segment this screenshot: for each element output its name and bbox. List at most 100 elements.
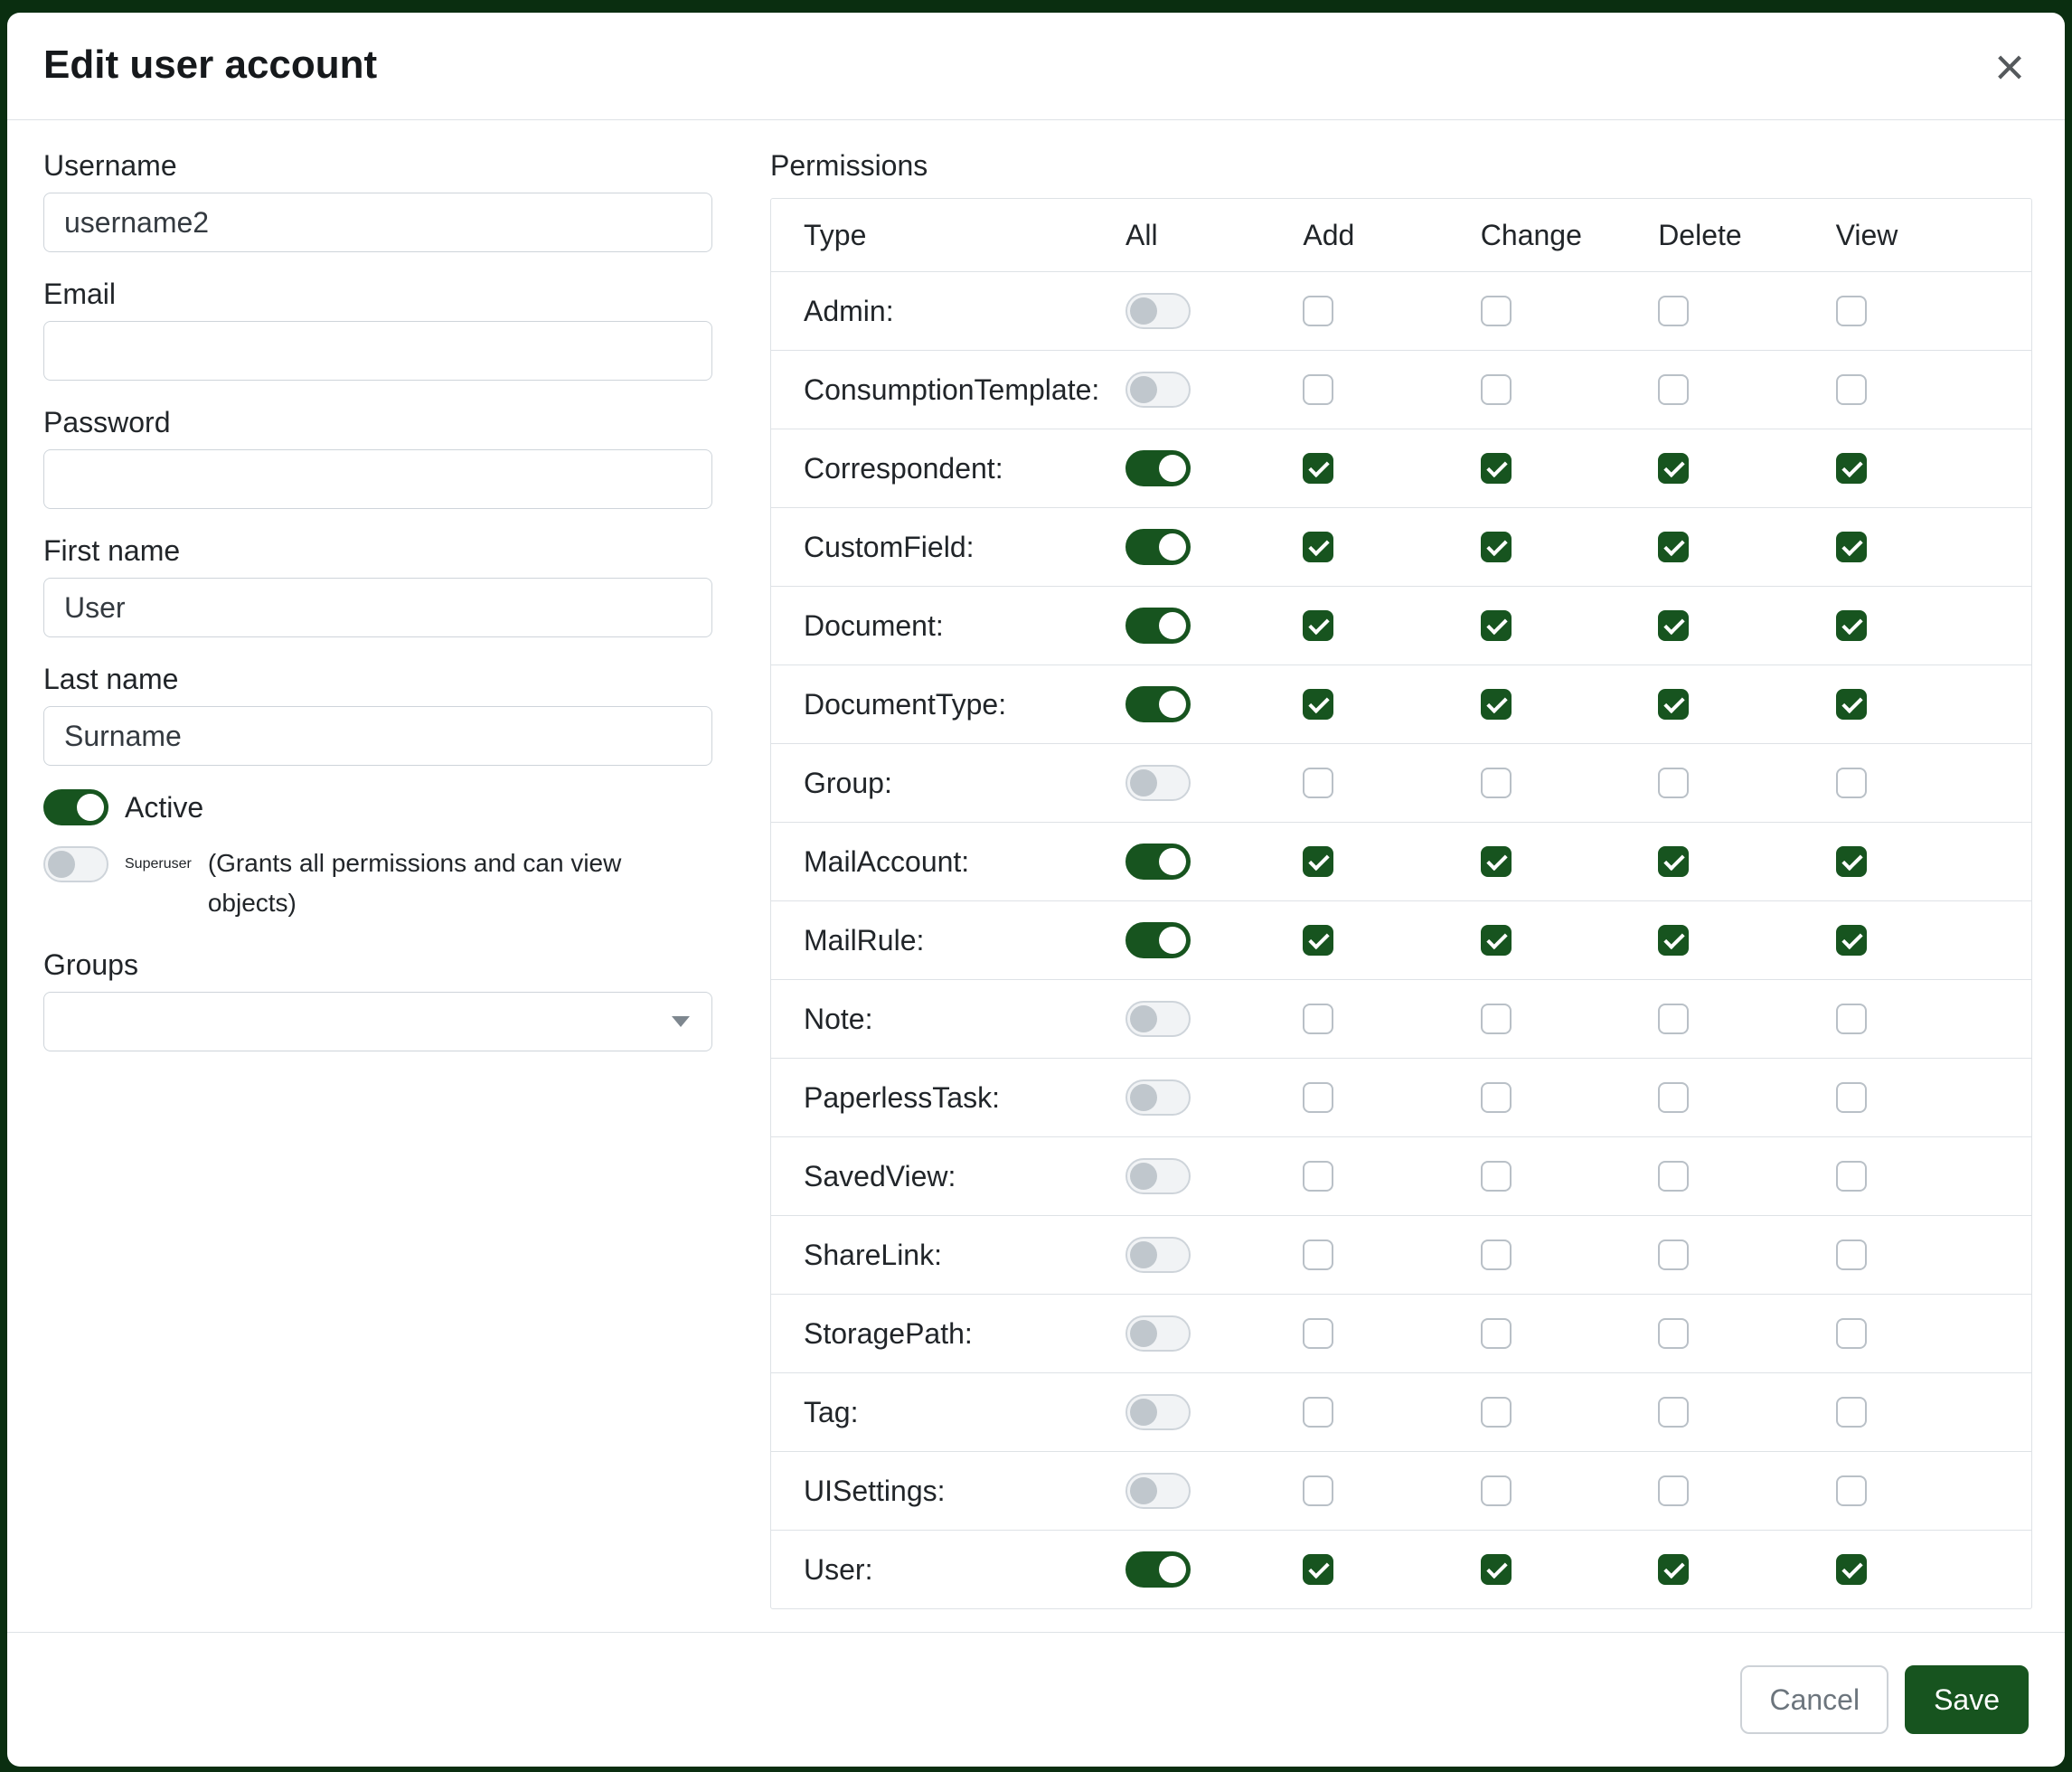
permission-add-checkbox[interactable] bbox=[1303, 1554, 1333, 1585]
permission-all-toggle[interactable] bbox=[1125, 686, 1191, 722]
permission-delete-checkbox[interactable] bbox=[1658, 846, 1689, 877]
permission-change-checkbox[interactable] bbox=[1481, 846, 1512, 877]
permission-delete-checkbox[interactable] bbox=[1658, 532, 1689, 562]
permission-change-checkbox[interactable] bbox=[1481, 453, 1512, 484]
permission-delete-checkbox[interactable] bbox=[1658, 1161, 1689, 1192]
permission-add-checkbox[interactable] bbox=[1303, 453, 1333, 484]
cancel-button[interactable]: Cancel bbox=[1740, 1665, 1888, 1734]
permission-view-checkbox[interactable] bbox=[1836, 846, 1867, 877]
permission-change-checkbox[interactable] bbox=[1481, 768, 1512, 798]
permission-view-checkbox[interactable] bbox=[1836, 296, 1867, 326]
permission-view-checkbox[interactable] bbox=[1836, 1397, 1867, 1428]
email-input[interactable] bbox=[43, 321, 712, 381]
permission-add-checkbox[interactable] bbox=[1303, 610, 1333, 641]
permission-delete-checkbox[interactable] bbox=[1658, 925, 1689, 956]
save-button[interactable]: Save bbox=[1905, 1665, 2029, 1734]
permission-all-toggle[interactable] bbox=[1125, 529, 1191, 565]
permission-view-checkbox[interactable] bbox=[1836, 1475, 1867, 1506]
permission-all-toggle[interactable] bbox=[1125, 765, 1191, 801]
permission-view-checkbox[interactable] bbox=[1836, 768, 1867, 798]
permission-change-checkbox[interactable] bbox=[1481, 1161, 1512, 1192]
permission-view-checkbox[interactable] bbox=[1836, 689, 1867, 720]
last-name-input[interactable] bbox=[43, 706, 712, 766]
permission-all-toggle[interactable] bbox=[1125, 1001, 1191, 1037]
permission-all-toggle[interactable] bbox=[1125, 1551, 1191, 1588]
permission-all-cell bbox=[1125, 1079, 1303, 1116]
permission-add-checkbox[interactable] bbox=[1303, 768, 1333, 798]
permission-add-cell bbox=[1303, 296, 1480, 326]
permission-all-toggle[interactable] bbox=[1125, 1237, 1191, 1273]
permission-type-label: DocumentType: bbox=[804, 688, 1125, 721]
permission-all-toggle[interactable] bbox=[1125, 1079, 1191, 1116]
active-toggle[interactable] bbox=[43, 789, 108, 825]
permission-all-toggle[interactable] bbox=[1125, 608, 1191, 644]
permission-delete-checkbox[interactable] bbox=[1658, 1554, 1689, 1585]
permission-delete-checkbox[interactable] bbox=[1658, 1082, 1689, 1113]
permission-add-checkbox[interactable] bbox=[1303, 1239, 1333, 1270]
permission-view-checkbox[interactable] bbox=[1836, 1082, 1867, 1113]
permission-view-checkbox[interactable] bbox=[1836, 1239, 1867, 1270]
permission-delete-checkbox[interactable] bbox=[1658, 296, 1689, 326]
permission-change-checkbox[interactable] bbox=[1481, 532, 1512, 562]
permission-view-checkbox[interactable] bbox=[1836, 374, 1867, 405]
permission-view-checkbox[interactable] bbox=[1836, 453, 1867, 484]
permission-all-toggle[interactable] bbox=[1125, 844, 1191, 880]
permission-delete-checkbox[interactable] bbox=[1658, 689, 1689, 720]
permission-add-checkbox[interactable] bbox=[1303, 1004, 1333, 1034]
permission-delete-checkbox[interactable] bbox=[1658, 768, 1689, 798]
groups-select[interactable] bbox=[43, 992, 712, 1051]
permission-all-toggle[interactable] bbox=[1125, 1473, 1191, 1509]
superuser-toggle[interactable] bbox=[43, 846, 108, 882]
username-label: Username bbox=[43, 147, 712, 184]
permission-delete-checkbox[interactable] bbox=[1658, 453, 1689, 484]
permission-delete-checkbox[interactable] bbox=[1658, 610, 1689, 641]
permission-add-checkbox[interactable] bbox=[1303, 1082, 1333, 1113]
permission-add-checkbox[interactable] bbox=[1303, 1475, 1333, 1506]
permission-change-checkbox[interactable] bbox=[1481, 1318, 1512, 1349]
permission-view-checkbox[interactable] bbox=[1836, 1318, 1867, 1349]
permission-all-toggle[interactable] bbox=[1125, 1315, 1191, 1352]
permission-delete-checkbox[interactable] bbox=[1658, 1239, 1689, 1270]
permission-all-toggle[interactable] bbox=[1125, 450, 1191, 486]
permission-delete-checkbox[interactable] bbox=[1658, 1475, 1689, 1506]
permission-change-checkbox[interactable] bbox=[1481, 296, 1512, 326]
permission-all-toggle[interactable] bbox=[1125, 1394, 1191, 1430]
username-input[interactable] bbox=[43, 193, 712, 252]
first-name-input[interactable] bbox=[43, 578, 712, 637]
permission-delete-checkbox[interactable] bbox=[1658, 1397, 1689, 1428]
permission-add-checkbox[interactable] bbox=[1303, 296, 1333, 326]
permission-change-checkbox[interactable] bbox=[1481, 374, 1512, 405]
permission-view-checkbox[interactable] bbox=[1836, 1004, 1867, 1034]
password-input[interactable] bbox=[43, 449, 712, 509]
permission-change-checkbox[interactable] bbox=[1481, 689, 1512, 720]
permission-add-checkbox[interactable] bbox=[1303, 689, 1333, 720]
permission-add-checkbox[interactable] bbox=[1303, 532, 1333, 562]
permission-view-checkbox[interactable] bbox=[1836, 532, 1867, 562]
permission-add-checkbox[interactable] bbox=[1303, 925, 1333, 956]
permission-delete-checkbox[interactable] bbox=[1658, 374, 1689, 405]
permission-all-toggle[interactable] bbox=[1125, 372, 1191, 408]
close-icon[interactable]: × bbox=[1991, 42, 2029, 94]
permission-add-checkbox[interactable] bbox=[1303, 1397, 1333, 1428]
permission-change-checkbox[interactable] bbox=[1481, 1475, 1512, 1506]
permission-delete-checkbox[interactable] bbox=[1658, 1318, 1689, 1349]
permission-view-checkbox[interactable] bbox=[1836, 925, 1867, 956]
permission-all-toggle[interactable] bbox=[1125, 922, 1191, 958]
permission-view-checkbox[interactable] bbox=[1836, 1161, 1867, 1192]
permission-change-checkbox[interactable] bbox=[1481, 610, 1512, 641]
permission-all-toggle[interactable] bbox=[1125, 1158, 1191, 1194]
permission-add-checkbox[interactable] bbox=[1303, 846, 1333, 877]
permission-add-checkbox[interactable] bbox=[1303, 374, 1333, 405]
permission-change-checkbox[interactable] bbox=[1481, 1239, 1512, 1270]
permission-view-checkbox[interactable] bbox=[1836, 1554, 1867, 1585]
permission-all-toggle[interactable] bbox=[1125, 293, 1191, 329]
permission-add-checkbox[interactable] bbox=[1303, 1318, 1333, 1349]
permission-change-checkbox[interactable] bbox=[1481, 1554, 1512, 1585]
permission-change-checkbox[interactable] bbox=[1481, 1397, 1512, 1428]
permission-view-checkbox[interactable] bbox=[1836, 610, 1867, 641]
permission-delete-checkbox[interactable] bbox=[1658, 1004, 1689, 1034]
permission-change-checkbox[interactable] bbox=[1481, 1082, 1512, 1113]
permission-change-checkbox[interactable] bbox=[1481, 925, 1512, 956]
permission-add-checkbox[interactable] bbox=[1303, 1161, 1333, 1192]
permission-change-checkbox[interactable] bbox=[1481, 1004, 1512, 1034]
